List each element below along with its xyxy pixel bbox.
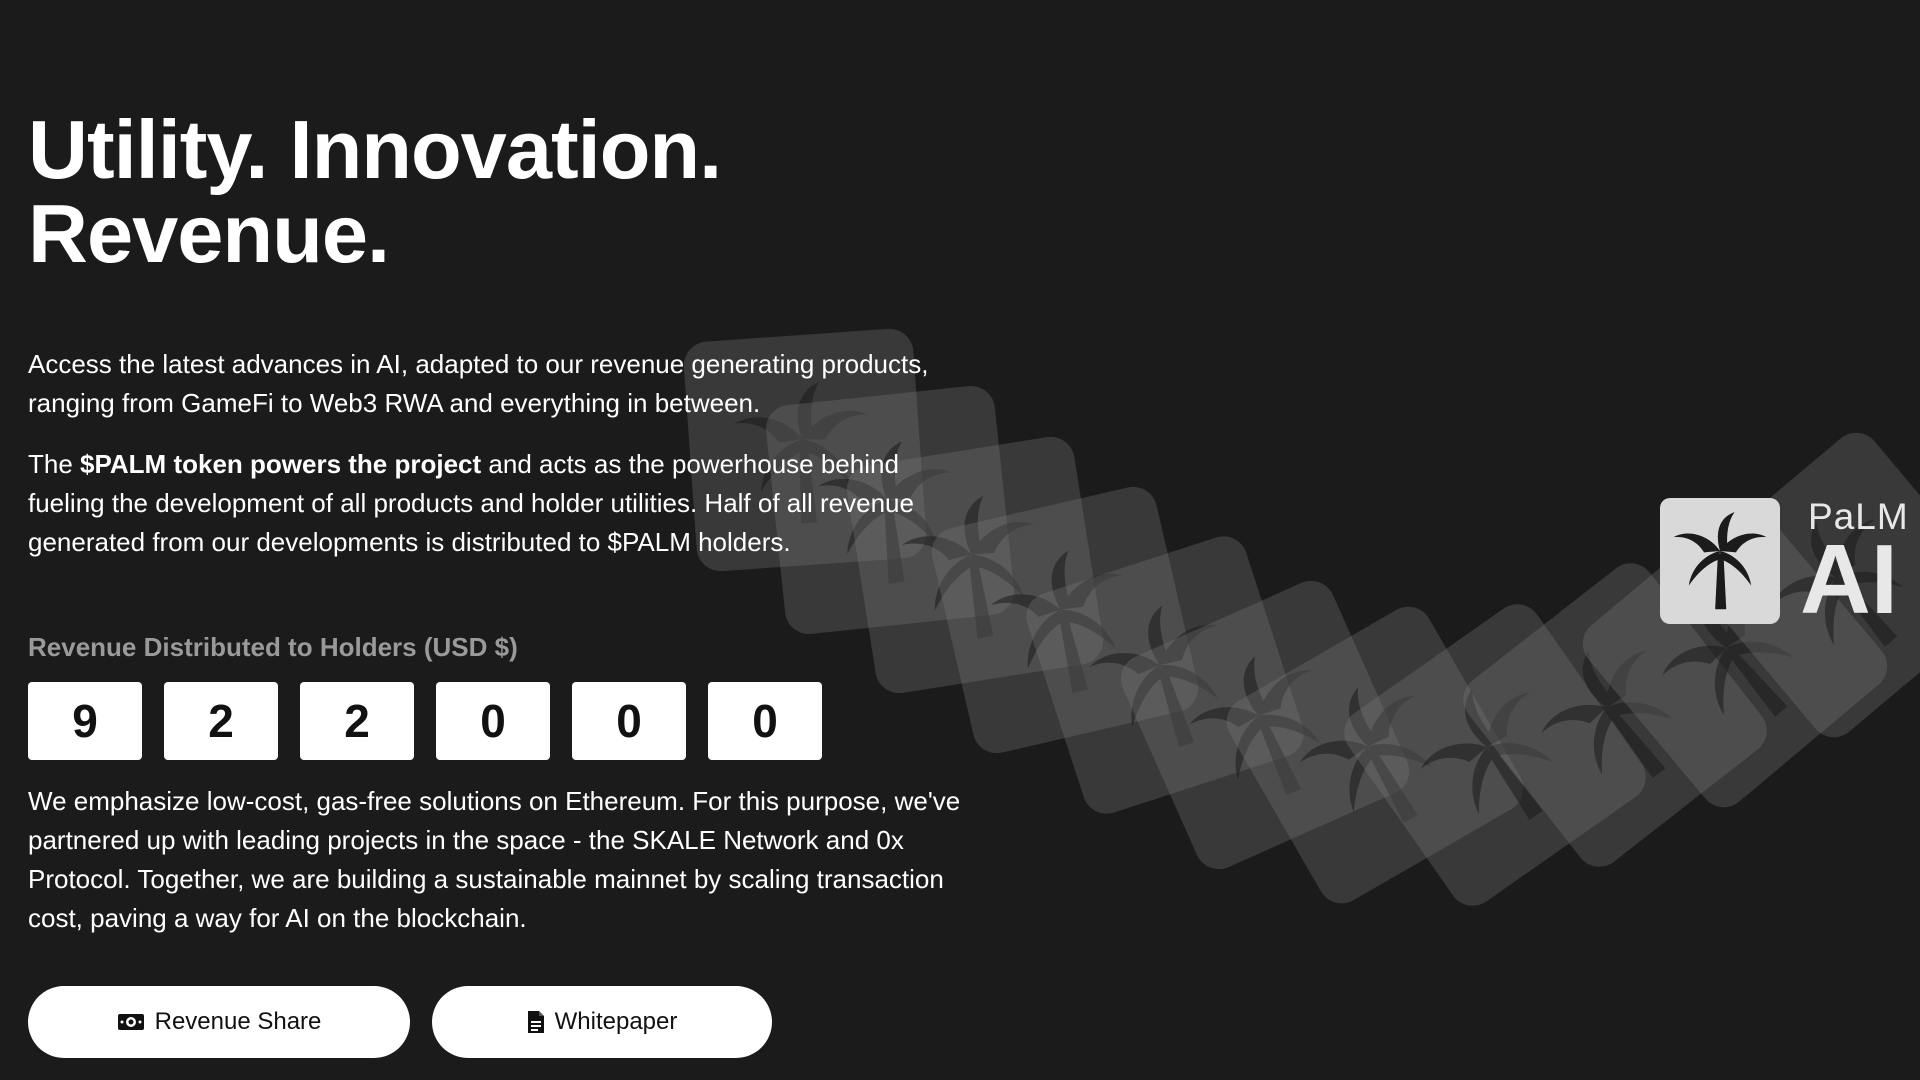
counter-digit: 0: [436, 682, 550, 760]
palm-tree-icon: [1660, 498, 1780, 624]
counter-digit: 2: [164, 682, 278, 760]
counter-digit: 2: [300, 682, 414, 760]
landing-page: PaLM AI Utility. Innovation. Revenue. Ac…: [0, 0, 1920, 1080]
counter-digit: 0: [572, 682, 686, 760]
whitepaper-label: Whitepaper: [554, 1008, 678, 1035]
logo-big-text: AI: [1800, 524, 1898, 634]
palm-ai-logo: PaLM AI: [1658, 496, 1920, 634]
revenue-share-label: Revenue Share: [154, 1008, 322, 1035]
hero-content: Utility. Innovation. Revenue. Access the…: [28, 108, 988, 1058]
revenue-share-button[interactable]: Revenue Share: [28, 986, 410, 1058]
document-icon: [527, 1010, 545, 1034]
page-title: Utility. Innovation. Revenue.: [28, 108, 988, 276]
headline-line-1: Utility. Innovation.: [28, 103, 722, 196]
money-icon: [117, 1012, 145, 1032]
token-paragraph: The $PALM token powers the project and a…: [28, 445, 968, 562]
headline-line-2: Revenue.: [28, 187, 390, 280]
whitepaper-button[interactable]: Whitepaper: [432, 986, 772, 1058]
intro-paragraph: Access the latest advances in AI, adapte…: [28, 349, 929, 418]
cta-buttons: Revenue Share Whitepaper: [28, 986, 772, 1058]
counter-digit: 9: [28, 682, 142, 760]
token-paragraph-bold: $PALM token powers the project: [80, 449, 482, 479]
revenue-counter: 9 2 2 0 0 0: [28, 682, 822, 760]
counter-digit: 0: [708, 682, 822, 760]
partners-paragraph: We emphasize low-cost, gas-free solution…: [28, 786, 961, 933]
token-paragraph-prefix: The: [28, 449, 81, 479]
revenue-label: Revenue Distributed to Holders (USD $): [28, 632, 518, 662]
